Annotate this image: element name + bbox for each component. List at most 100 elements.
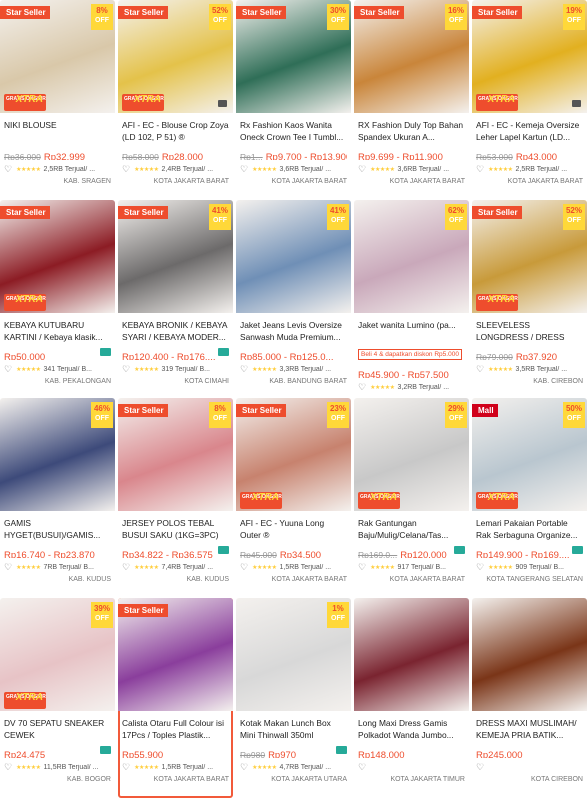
product-price: Rp148.000 [358, 750, 405, 758]
product-title[interactable]: SLEEVELESS LONGDRESS / DRESS PLISKET WAN… [476, 319, 583, 343]
product-image[interactable] [354, 598, 469, 711]
product-card[interactable]: Star Seller 41% OFF KEBAYA BRONIK / KEBAYA … [118, 200, 233, 396]
product-card[interactable]: 41% OFF Jaket Jeans Levis Oversize Sanwash… [236, 200, 351, 396]
product-title[interactable]: GAMIS HYGET(BUSUI)/GAMIS... [4, 517, 111, 541]
product-image[interactable]: Star Seller 23% OFF GRATIS ONGKIR XTRA [236, 398, 351, 511]
favorite-heart-icon[interactable]: ♡ [358, 562, 366, 573]
favorite-heart-icon[interactable]: ♡ [358, 164, 366, 175]
favorite-heart-icon[interactable]: ♡ [476, 562, 484, 573]
discount-badge: 41% OFF [209, 204, 231, 230]
original-price: Rp58.000 [122, 152, 159, 160]
product-card[interactable]: Long Maxi Dress Gamis Polkadot Wanda Jum… [354, 598, 469, 798]
product-image[interactable]: 1% OFF [236, 598, 351, 711]
free-shipping-badge: GRATIS ONGKIR XTRA [4, 692, 46, 709]
product-image[interactable]: 62% OFF [354, 200, 469, 313]
favorite-heart-icon[interactable]: ♡ [240, 364, 248, 375]
product-card[interactable]: Star Seller GRATIS ONGKIR XTRA KEBAYA KUTUB… [0, 200, 115, 396]
product-image[interactable]: 39% OFF GRATIS ONGKIR XTRA [0, 598, 115, 711]
product-title[interactable]: KEBAYA BRONIK / KEBAYA SYARI / KEBAYA MO… [122, 319, 229, 343]
product-card[interactable]: Mall 50% OFF GRATIS ONGKIR XTRA Lemari Pakaia… [472, 398, 587, 596]
favorite-heart-icon[interactable]: ♡ [240, 762, 248, 773]
product-title[interactable]: DRESS MAXI MUSLIMAH/ KEMEJA PRIA BATIK..… [476, 717, 583, 741]
product-card[interactable]: Star Seller 30% OFF Rx Fashion Kaos Wanita … [236, 0, 351, 196]
favorite-heart-icon[interactable]: ♡ [4, 364, 12, 375]
product-image[interactable]: Star Seller 8% OFF GRATIS ONGKIR XTRA [0, 0, 115, 113]
product-title[interactable]: RX Fashion Duly Top Bahan Spandex Ukuran… [358, 119, 465, 143]
rating-row: ♡ ★★★★★ 319 Terjual/ B... [122, 364, 229, 375]
product-title[interactable]: Lemari Pakaian Portable Rak Serbaguna Or… [476, 517, 583, 541]
product-image[interactable]: Star Seller 41% OFF [118, 200, 233, 313]
product-image[interactable]: Star Seller [118, 598, 233, 711]
favorite-heart-icon[interactable]: ♡ [240, 164, 248, 175]
product-image[interactable]: Star Seller 52% OFF GRATIS ONGKIR XTRA [118, 0, 233, 113]
product-image[interactable] [472, 598, 587, 711]
product-card[interactable]: 29% OFF GRATIS ONGKIR XTRA Rak Gantungan Baj… [354, 398, 469, 596]
product-title[interactable]: DV 70 SEPATU SNEAKER CEWEK [4, 717, 111, 741]
favorite-heart-icon[interactable]: ♡ [476, 164, 484, 175]
product-image[interactable]: Mall 50% OFF GRATIS ONGKIR XTRA [472, 398, 587, 511]
product-card[interactable]: 62% OFF Jaket wanita Lumino (pa... Beli 4 &… [354, 200, 469, 396]
product-card[interactable]: 1% OFF Kotak Makan Lunch Box Mini Thinwall… [236, 598, 351, 798]
product-card[interactable]: Star Seller 8% OFF GRATIS ONGKIR XTRA NIKI BL… [0, 0, 115, 196]
product-title[interactable]: Long Maxi Dress Gamis Polkadot Wanda Jum… [358, 717, 465, 741]
favorite-heart-icon[interactable]: ♡ [4, 562, 12, 573]
instant-delivery-icon [218, 546, 229, 554]
product-card[interactable]: Star Seller 19% OFF GRATIS ONGKIR XTRA AFI - … [472, 0, 587, 196]
favorite-heart-icon[interactable]: ♡ [122, 164, 130, 175]
product-image[interactable]: Star Seller 19% OFF GRATIS ONGKIR XTRA [472, 0, 587, 113]
product-image[interactable]: Star Seller 30% OFF [236, 0, 351, 113]
product-card[interactable]: Star Seller 16% OFF RX Fashion Duly Top Bah… [354, 0, 469, 196]
discount-value: 52% [565, 206, 582, 215]
product-price: Rp245.000 [476, 750, 523, 758]
product-title[interactable]: AFI - EC - Kemeja Oversize Leher Lapel K… [476, 119, 583, 143]
rating-row: ♡ ★★★★★ 4,7RB Terjual/ ... [240, 762, 347, 773]
price-row: Rp79.000 Rp37.920 [476, 347, 583, 360]
product-title[interactable]: Rx Fashion Kaos Wanita Oneck Crown Tee I… [240, 119, 347, 143]
product-title[interactable]: KEBAYA KUTUBARU KARTINI / Kebaya klasik.… [4, 319, 111, 343]
product-title[interactable]: NIKI BLOUSE [4, 119, 111, 143]
product-card[interactable]: 46% OFF GAMIS HYGET(BUSUI)/GAMIS... Rp16.74… [0, 398, 115, 596]
product-card[interactable]: Star Seller 52% OFF GRATIS ONGKIR XTRA AFI - … [118, 0, 233, 196]
product-card[interactable]: Star Seller 23% OFF GRATIS ONGKIR XTRA AFI - … [236, 398, 351, 596]
product-image[interactable]: Star Seller 16% OFF [354, 0, 469, 113]
discount-off-label: OFF [449, 217, 463, 224]
favorite-heart-icon[interactable]: ♡ [358, 382, 366, 393]
favorite-heart-icon[interactable]: ♡ [122, 762, 130, 773]
product-image[interactable]: 46% OFF [0, 398, 115, 511]
original-price: Rp980 [240, 750, 266, 758]
product-title[interactable]: AFI - EC - Blouse Crop Zoya (LD 102, P 5… [122, 119, 229, 143]
product-photo [354, 598, 469, 711]
free-shipping-xtra: XTRA [15, 294, 43, 305]
favorite-heart-icon[interactable]: ♡ [358, 762, 366, 773]
product-title[interactable]: Rak Gantungan Baju/Mulig/Celana/Tas... [358, 517, 465, 541]
product-image[interactable]: 41% OFF [236, 200, 351, 313]
product-price: Rp28.000 [161, 152, 204, 160]
product-card[interactable]: Star Seller Calista Otaru Full Colour isi… [118, 598, 233, 798]
product-card[interactable]: Star Seller 52% OFF GRATIS ONGKIR XTRA SLEEVE… [472, 200, 587, 396]
product-image[interactable]: Star Seller 8% OFF [118, 398, 233, 511]
favorite-heart-icon[interactable]: ♡ [240, 562, 248, 573]
favorite-heart-icon[interactable]: ♡ [122, 562, 130, 573]
favorite-heart-icon[interactable]: ♡ [4, 164, 12, 175]
product-title[interactable]: Kotak Makan Lunch Box Mini Thinwall 350m… [240, 717, 347, 741]
product-title[interactable]: Jaket wanita Lumino (pa... [358, 319, 465, 343]
product-image[interactable]: Star Seller GRATIS ONGKIR XTRA [0, 200, 115, 313]
favorite-heart-icon[interactable]: ♡ [4, 762, 12, 773]
product-card[interactable]: DRESS MAXI MUSLIMAH/ KEMEJA PRIA BATIK..… [472, 598, 587, 798]
product-card[interactable]: 39% OFF GRATIS ONGKIR XTRA DV 70 SEPATU SNEA… [0, 598, 115, 798]
rating-row: ♡ ★★★★★ 1,5RB Terjual/ ... [240, 562, 347, 573]
product-title[interactable]: AFI - EC - Yuuna Long Outer ® [240, 517, 347, 541]
product-image[interactable]: 29% OFF GRATIS ONGKIR XTRA [354, 398, 469, 511]
product-title[interactable]: Calista Otaru Full Colour isi 17Pcs / To… [122, 717, 229, 741]
discount-badge: 8% OFF [91, 4, 113, 30]
favorite-heart-icon[interactable]: ♡ [476, 364, 484, 375]
favorite-heart-icon[interactable]: ♡ [476, 762, 484, 773]
product-title[interactable]: Jaket Jeans Levis Oversize Sanwash Muda … [240, 319, 347, 343]
product-title[interactable]: JERSEY POLOS TEBAL BUSUI SAKU (1KG=3PC) [122, 517, 229, 541]
favorite-heart-icon[interactable]: ♡ [122, 364, 130, 375]
rating-stars: ★★★★★ [134, 765, 159, 771]
discount-badge: 41% OFF [327, 204, 349, 230]
product-card[interactable]: Star Seller 8% OFF JERSEY POLOS TEBAL BUSUI… [118, 398, 233, 596]
product-image[interactable]: Star Seller 52% OFF GRATIS ONGKIR XTRA [472, 200, 587, 313]
rating-row: ♡ ★★★★★ 917 Terjual/ B... [358, 562, 465, 573]
